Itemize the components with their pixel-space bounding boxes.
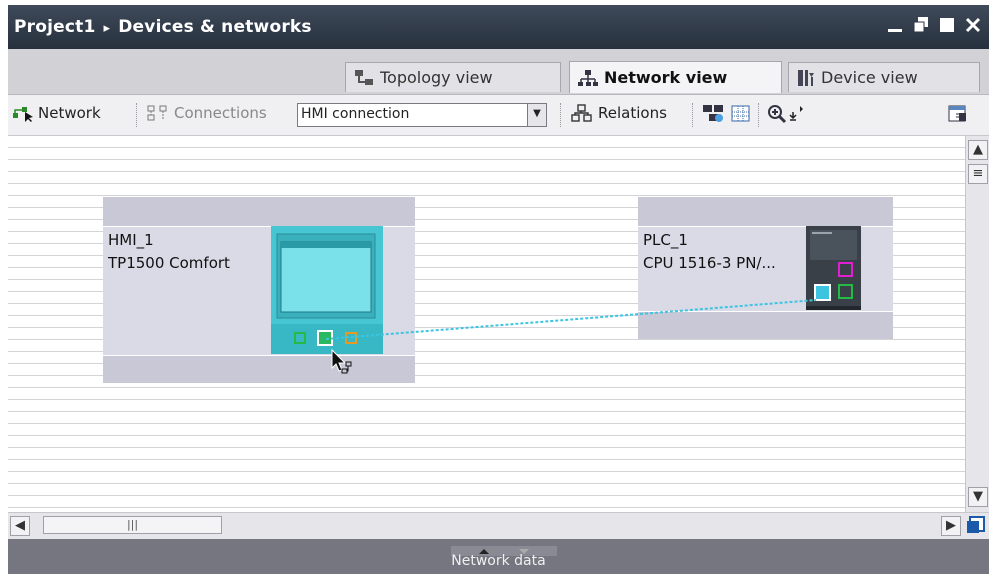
hmi-connection-line[interactable] <box>8 136 965 512</box>
toolbar-separator <box>560 103 563 127</box>
device-view-icon <box>797 69 815 87</box>
view-tab-bar: Topology view Network view Device view <box>8 49 989 95</box>
network-button[interactable]: Network <box>12 104 101 122</box>
connect-cursor-icon <box>330 348 356 376</box>
connection-type-value: HMI connection <box>301 106 410 122</box>
network-canvas[interactable]: HMI_1 TP1500 Comfort PLC_1 CPU 1516-3 PN… <box>8 136 965 512</box>
breadcrumb-page: Devices & networks <box>118 17 312 37</box>
vertical-scrollbar[interactable]: ▲ ≡ ▼ <box>965 136 989 512</box>
float-window-icon[interactable] <box>911 14 931 36</box>
toolbar-separator <box>692 103 695 127</box>
scroll-left-icon[interactable]: ◀ <box>10 516 30 536</box>
scroll-down-icon[interactable]: ▼ <box>968 487 988 507</box>
title-bar: Project1 ▸ Devices & networks <box>8 5 989 49</box>
connection-type-select[interactable]: HMI connection ▼ <box>297 103 547 127</box>
tab-topology-view[interactable]: Topology view <box>345 62 561 92</box>
panel-collapse-handle-icon[interactable] <box>451 541 557 556</box>
show-address-icon <box>702 104 726 124</box>
layout-options-icon <box>948 104 968 124</box>
overview-navigation-icon[interactable] <box>965 515 987 537</box>
toolbar-separator <box>136 103 139 127</box>
horizontal-scroll-thumb[interactable]: ||| <box>43 516 222 534</box>
scroll-thumb-grip-icon[interactable]: ≡ <box>968 164 988 184</box>
close-icon[interactable] <box>963 14 983 36</box>
horizontal-scrollbar[interactable]: ◀ ||| ▶ <box>8 512 989 539</box>
zoom-button[interactable] <box>767 104 803 124</box>
relations-button[interactable]: Relations <box>571 104 667 122</box>
relations-button-label: Relations <box>598 104 667 122</box>
tab-label: Topology view <box>380 68 493 87</box>
scroll-up-icon[interactable]: ▲ <box>968 140 988 160</box>
network-data-label: Network data <box>451 553 546 569</box>
toolbar-separator <box>758 103 761 127</box>
devices-and-networks-window: Project1 ▸ Devices & networks Topology vie… <box>8 5 989 574</box>
zoom-in-icon <box>767 104 787 124</box>
tab-label: Network view <box>604 68 728 87</box>
relations-icon <box>571 104 593 122</box>
minimize-icon[interactable] <box>885 14 905 36</box>
network-data-panel[interactable]: Network data <box>8 539 989 574</box>
show-address-button[interactable] <box>702 104 726 124</box>
tab-device-view[interactable]: Device view <box>788 62 980 92</box>
layout-options-button[interactable] <box>948 104 968 124</box>
grid-toggle-button[interactable] <box>731 104 751 124</box>
network-view-icon <box>578 69 598 87</box>
maximize-icon[interactable] <box>937 14 957 36</box>
zoom-dropdown-icon[interactable] <box>789 104 803 124</box>
connections-icon <box>147 104 169 122</box>
breadcrumb: Project1 ▸ Devices & networks <box>14 17 312 37</box>
topology-view-icon <box>354 69 374 87</box>
tab-label: Device view <box>821 68 918 87</box>
breadcrumb-separator-icon: ▸ <box>103 21 111 36</box>
connections-button-label: Connections <box>174 104 267 122</box>
tab-network-view[interactable]: Network view <box>569 61 782 93</box>
scroll-right-icon[interactable]: ▶ <box>941 516 961 536</box>
network-mode-icon <box>12 104 34 122</box>
grid-icon <box>731 104 751 124</box>
dropdown-arrow-icon[interactable]: ▼ <box>527 104 546 126</box>
window-controls <box>885 14 983 36</box>
network-button-label: Network <box>38 104 101 122</box>
breadcrumb-project[interactable]: Project1 <box>14 17 96 37</box>
network-toolbar: Network Connections HMI connection ▼ Rel… <box>8 95 989 136</box>
connections-button[interactable]: Connections <box>147 104 267 122</box>
